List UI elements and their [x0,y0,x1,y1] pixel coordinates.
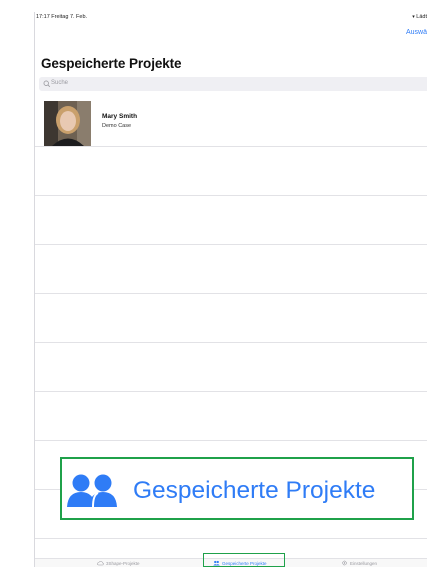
status-clock: 17:17 [36,14,50,20]
avatar [44,101,91,146]
search-field[interactable]: Suche [39,77,427,91]
search-icon [43,80,51,88]
project-name: Mary Smith [102,113,138,120]
empty-row [35,294,427,343]
tab-settings[interactable]: Einstellungen [341,560,377,566]
tab-3shape-projects[interactable]: 3Shape-Projekte [97,560,140,566]
avatar-photo [44,101,91,146]
status-bar: 17:17 Freitag 7. Feb. ▾ Lädt [35,12,427,24]
gear-icon [342,560,347,566]
callout-label: Gespeicherte Projekte [133,477,376,504]
tab-label: 3Shape-Projekte [106,560,140,566]
status-date: Freitag 7. Feb. [51,14,88,20]
project-subtitle: Demo Case [102,123,132,129]
status-right: ▾ Lädt [412,14,427,20]
saved-projects-callout: Gespeicherte Projekte [60,457,414,520]
page-title: Gespeicherte Projekte [41,56,182,71]
empty-row [35,147,427,196]
search-placeholder: Suche [51,80,69,86]
empty-row [35,392,427,441]
empty-row [35,343,427,392]
cloud-icon [97,560,104,566]
status-loading-text: Lädt [416,14,427,20]
people-icon [67,474,117,507]
wifi-icon: ▾ [412,14,415,20]
status-time: 17:17 Freitag 7. Feb. [36,14,87,20]
empty-row [35,245,427,294]
project-row[interactable]: Mary Smith Demo Case [35,98,427,147]
active-tab-highlight [203,553,285,567]
select-button[interactable]: Auswä [406,29,427,36]
tab-label: Einstellungen [350,560,378,566]
empty-row [35,196,427,245]
